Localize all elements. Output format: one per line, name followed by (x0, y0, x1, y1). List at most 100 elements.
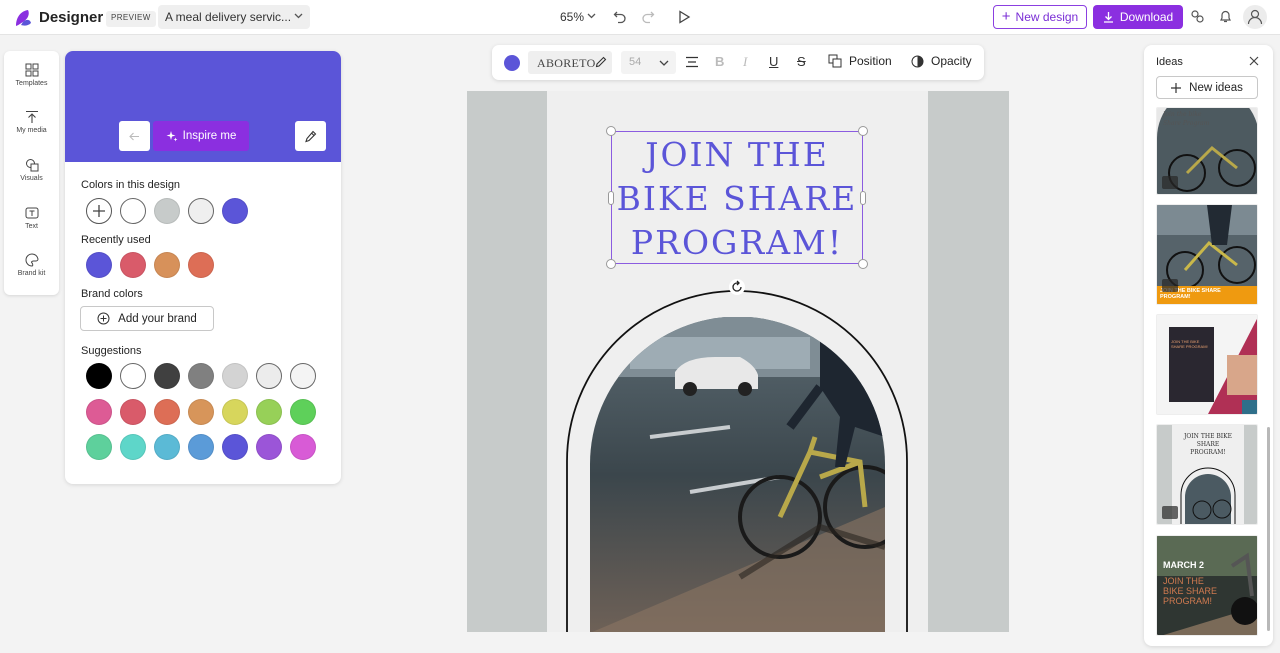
rail-item-brand-kit[interactable]: Brand kit (4, 253, 59, 277)
ideas-title: Ideas (1156, 56, 1183, 68)
download-label: Download (1119, 10, 1174, 24)
position-button[interactable]: Position (828, 54, 892, 68)
back-button[interactable] (119, 121, 150, 151)
upload-icon (25, 110, 39, 124)
color-swatch[interactable] (86, 434, 112, 460)
italic-icon[interactable]: I (743, 54, 747, 70)
redo-icon[interactable] (641, 10, 655, 24)
thumb-line: Join the bike (1163, 111, 1202, 118)
idea-thumbnail[interactable]: Join the bike Share Program (1156, 107, 1258, 195)
rail-item-text[interactable]: Text (4, 206, 59, 230)
resize-handle[interactable] (606, 126, 616, 136)
opacity-button[interactable]: Opacity (911, 54, 972, 68)
designer-logo-icon[interactable] (12, 7, 34, 29)
resize-handle[interactable] (860, 191, 866, 205)
font-picker[interactable]: ABORETO (528, 51, 612, 74)
download-button[interactable]: Download (1093, 5, 1183, 29)
color-swatch[interactable] (86, 398, 112, 425)
color-swatch[interactable] (154, 252, 180, 278)
sparkle-icon (166, 130, 178, 142)
color-swatch[interactable] (222, 398, 248, 425)
color-swatch[interactable] (290, 363, 316, 389)
add-brand-label: Add your brand (118, 312, 197, 325)
color-swatch[interactable] (120, 434, 146, 460)
design-title-dropdown[interactable]: A meal delivery servic... (158, 5, 310, 29)
color-swatch[interactable] (120, 198, 146, 224)
color-swatch[interactable] (154, 363, 180, 389)
font-size-select[interactable]: 54 (621, 51, 676, 74)
color-swatch[interactable] (290, 398, 316, 425)
undo-icon[interactable] (613, 10, 627, 24)
underline-icon[interactable]: U (769, 54, 778, 69)
resize-handle[interactable] (606, 259, 616, 269)
palette-icon (25, 253, 39, 267)
color-swatch[interactable] (256, 398, 282, 425)
rail-item-visuals[interactable]: Visuals (4, 158, 59, 182)
thumb-caption: JOIN THE BIKE SHARE PROGRAM! (1183, 433, 1232, 456)
design-canvas[interactable]: JOIN THE BIKE SHARE PROGRAM! (467, 91, 1009, 632)
resize-handle[interactable] (608, 191, 614, 205)
color-swatch[interactable] (188, 398, 214, 425)
eyedropper-button[interactable] (295, 121, 326, 151)
color-swatch[interactable] (154, 434, 180, 460)
share-icon[interactable] (1190, 9, 1205, 24)
color-swatch[interactable] (86, 252, 112, 278)
close-icon[interactable] (1249, 56, 1259, 66)
color-swatch[interactable] (222, 363, 248, 389)
notifications-icon[interactable] (1218, 9, 1233, 24)
rail-item-my-media[interactable]: My media (4, 110, 59, 134)
thumb-date: MARCH 2 (1163, 560, 1205, 570)
color-swatch[interactable] (120, 252, 146, 278)
plus-circle-icon (97, 312, 110, 325)
color-swatch[interactable] (290, 434, 316, 460)
plus-icon: + (1001, 8, 1011, 25)
color-swatch[interactable] (188, 252, 214, 278)
color-swatch[interactable] (188, 434, 214, 460)
chevron-down-icon (294, 13, 303, 19)
thumb-line: PROGRAM! (1163, 596, 1213, 606)
color-swatch[interactable] (120, 398, 146, 425)
profile-avatar[interactable] (1243, 5, 1267, 29)
color-swatch[interactable] (256, 363, 282, 389)
chevron-down-icon[interactable] (587, 13, 596, 19)
play-icon[interactable] (677, 10, 691, 24)
strikethrough-icon[interactable]: S (797, 54, 806, 69)
plus-icon (1171, 82, 1182, 93)
idea-thumbnail[interactable]: MARCH 2 JOIN THE BIKE SHARE PROGRAM! (1156, 535, 1258, 636)
colors-in-design-label: Colors in this design (81, 179, 181, 191)
inspire-me-button[interactable]: Inspire me (153, 121, 249, 151)
new-design-button[interactable]: + New design (993, 5, 1087, 29)
color-swatch[interactable] (154, 198, 180, 224)
new-ideas-button[interactable]: New ideas (1156, 76, 1258, 99)
color-swatch[interactable] (256, 434, 282, 460)
color-swatch[interactable] (120, 363, 146, 389)
color-swatch[interactable] (86, 363, 112, 389)
color-swatch[interactable] (222, 434, 248, 460)
rail-label: Visuals (20, 175, 43, 182)
idea-thumbnail[interactable]: JOIN THE BIKE SHARE PROGRAM! (1156, 204, 1258, 305)
color-swatch[interactable] (188, 198, 214, 224)
bold-icon[interactable]: B (715, 54, 724, 69)
bike-photo[interactable] (590, 317, 885, 632)
selection-box (606, 126, 868, 269)
video-icon (1162, 279, 1178, 292)
color-swatch[interactable] (222, 198, 248, 224)
add-brand-button[interactable]: Add your brand (80, 306, 214, 331)
text-color-button[interactable] (504, 55, 520, 71)
add-color-button[interactable] (86, 198, 112, 224)
resize-handle[interactable] (858, 259, 868, 269)
idea-thumbnail[interactable]: JOIN THE BIKE SHARE PROGRAM! (1156, 424, 1258, 525)
align-center-icon[interactable] (685, 56, 699, 68)
thumb-line: BIKE SHARE (1163, 586, 1218, 596)
resize-handle[interactable] (858, 126, 868, 136)
zoom-level[interactable]: 65% (560, 10, 584, 24)
rail-item-templates[interactable]: Templates (4, 63, 59, 87)
color-swatch[interactable] (154, 398, 180, 425)
plus-icon (92, 204, 106, 218)
font-size-value: 54 (629, 56, 642, 68)
ideas-scrollbar[interactable] (1267, 427, 1270, 631)
thumb-caption: JOIN THE BIKE SHARE PROGRAM! (1171, 339, 1208, 349)
rotate-handle-icon[interactable] (729, 279, 745, 295)
color-swatch[interactable] (188, 363, 214, 389)
idea-thumbnail[interactable]: JOIN THE BIKE SHARE PROGRAM! (1156, 314, 1258, 415)
